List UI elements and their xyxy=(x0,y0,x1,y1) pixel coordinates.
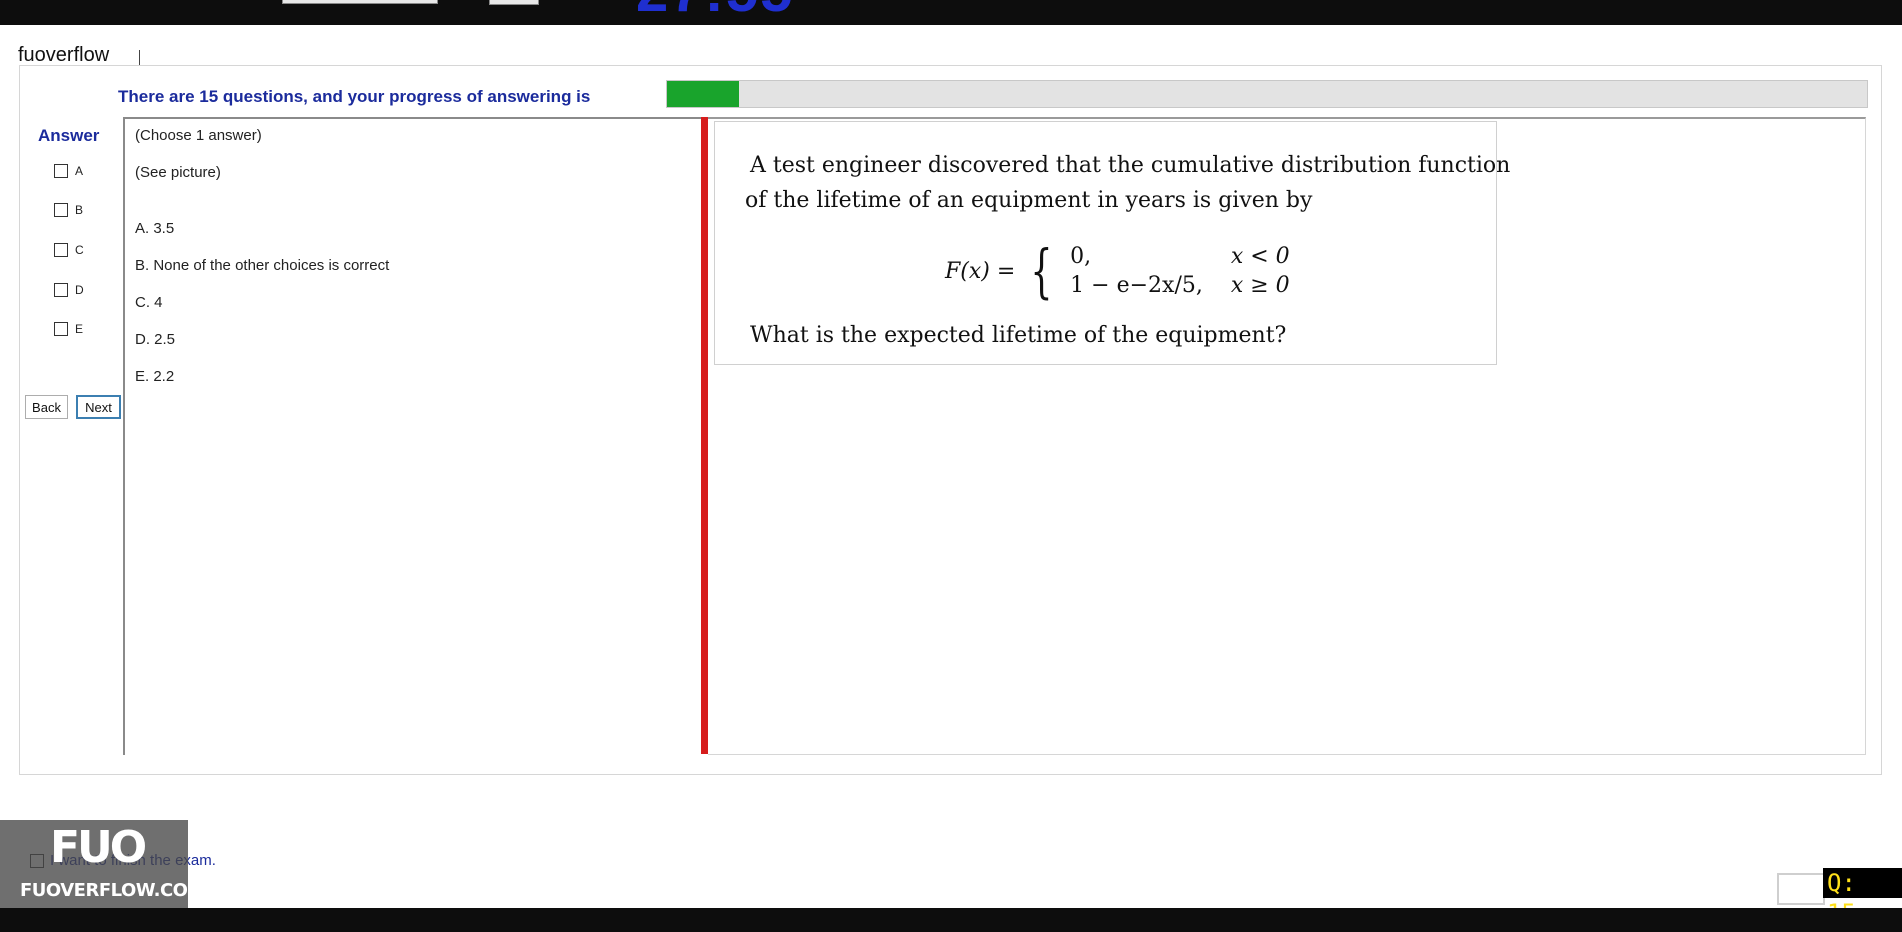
top-black-bar: 27:55 xyxy=(0,0,1902,25)
choice-d: D. 2.5 xyxy=(135,331,176,348)
picture-line-1: A test engineer discovered that the cumu… xyxy=(750,153,1511,178)
cdf-equation: F(x) = { 0, x < 0 1 − e−2x/5, x ≥ 0 xyxy=(945,242,1290,300)
question-counter-box xyxy=(1777,873,1825,905)
picture-line-3: What is the expected lifetime of the equ… xyxy=(750,323,1287,348)
checkbox[interactable] xyxy=(54,322,68,336)
equation-cases: 0, x < 0 1 − e−2x/5, x ≥ 0 xyxy=(1070,244,1290,298)
answer-option-a[interactable]: A xyxy=(54,164,83,178)
answer-title: Answer xyxy=(38,126,100,145)
watermark-logo: FUO FUOVERFLOW.COM xyxy=(0,820,205,908)
logo-mark: FUO xyxy=(50,822,147,873)
case-1-condition: x < 0 xyxy=(1230,244,1290,269)
bottom-black-bar xyxy=(0,908,1902,932)
question-counter: Q: 15 xyxy=(1823,868,1902,927)
countdown-timer: 27:55 xyxy=(636,0,794,22)
choice-c: C. 4 xyxy=(135,294,163,311)
brace-glyph: { xyxy=(1030,237,1053,305)
choice-b: B. None of the other choices is correct xyxy=(135,257,390,274)
question-instruction: (Choose 1 answer) xyxy=(135,127,262,144)
checkbox[interactable] xyxy=(54,203,68,217)
choice-e: E. 2.2 xyxy=(135,368,175,385)
option-label: A xyxy=(75,164,84,178)
option-label: B xyxy=(75,203,84,217)
option-label: C xyxy=(75,243,84,257)
answer-option-b[interactable]: B xyxy=(54,203,83,217)
checkbox[interactable] xyxy=(54,164,68,178)
top-small-control-stub[interactable] xyxy=(489,0,539,5)
panel-splitter[interactable] xyxy=(701,117,708,754)
brand-label: fuoverflow xyxy=(18,44,110,66)
answer-option-d[interactable]: D xyxy=(54,283,84,297)
picture-panel: A test engineer discovered that the cumu… xyxy=(708,117,1866,755)
case-1-value: 0, xyxy=(1070,244,1092,269)
back-button[interactable]: Back xyxy=(25,395,68,419)
logo-text: FUOVERFLOW.COM xyxy=(20,880,205,901)
answer-option-c[interactable]: C xyxy=(54,243,84,257)
case-2-condition: x ≥ 0 xyxy=(1230,273,1290,298)
next-button[interactable]: Next xyxy=(76,395,121,419)
choice-a: A. 3.5 xyxy=(135,220,175,237)
checkbox[interactable] xyxy=(54,283,68,297)
equation-lhs: F(x) = xyxy=(945,258,1016,284)
progress-label: There are 15 questions, and your progres… xyxy=(118,87,591,106)
question-panel: (Choose 1 answer) (See picture) A. 3.5 B… xyxy=(123,117,704,755)
checkbox[interactable] xyxy=(54,243,68,257)
progress-bar-fill xyxy=(667,81,739,107)
case-2-value: 1 − e−2x/5, xyxy=(1070,273,1203,298)
option-label: D xyxy=(75,283,84,297)
question-picture: A test engineer discovered that the cumu… xyxy=(714,121,1510,365)
option-label: E xyxy=(75,322,84,336)
top-dropdown-stub[interactable] xyxy=(282,0,438,4)
progress-bar xyxy=(666,80,1868,108)
question-text: (See picture) xyxy=(135,164,221,181)
picture-line-2: of the lifetime of an equipment in years… xyxy=(745,188,1313,213)
answer-option-e[interactable]: E xyxy=(54,322,83,336)
